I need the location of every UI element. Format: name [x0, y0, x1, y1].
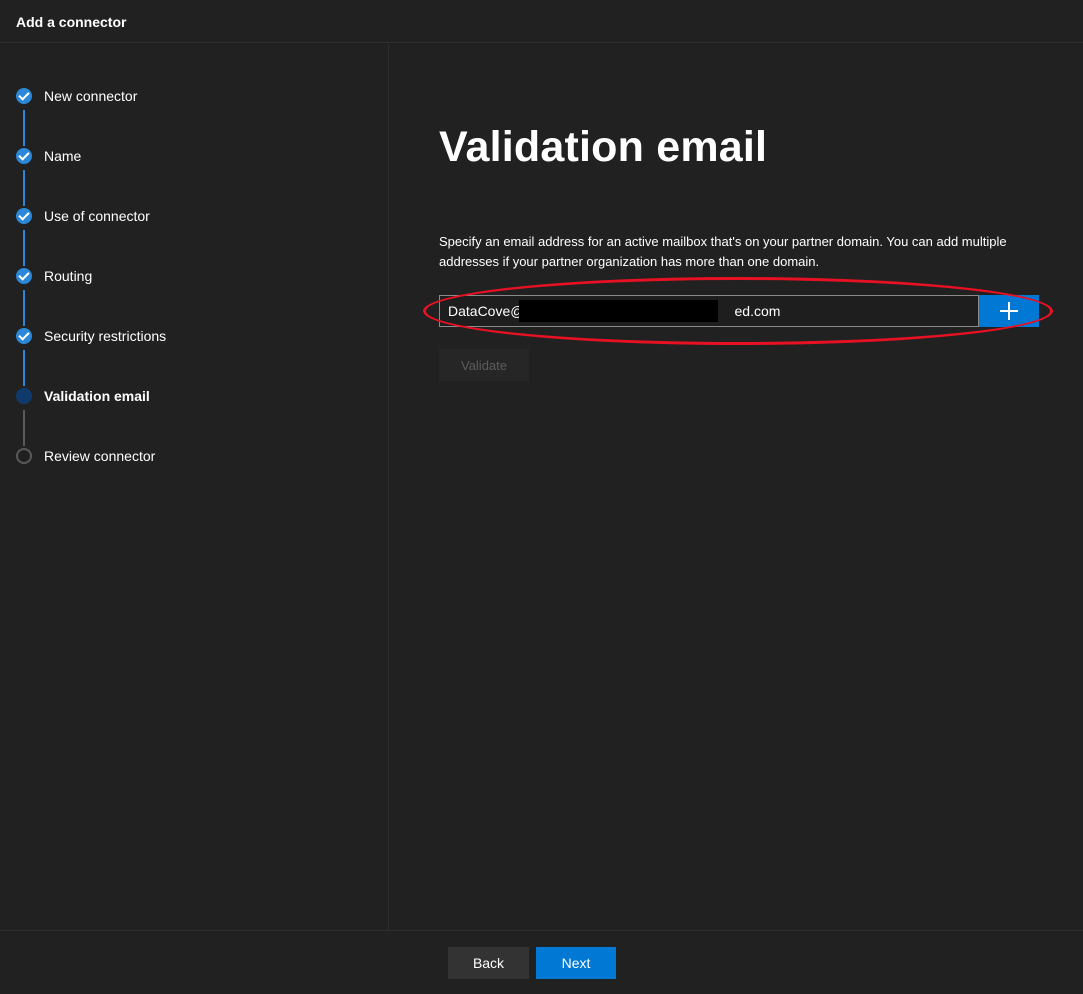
step-label: Security restrictions [44, 328, 167, 344]
wizard-footer: Back Next [0, 930, 1083, 994]
instruction-text: Specify an email address for an active m… [439, 234, 1007, 269]
checkmark-icon [16, 328, 32, 344]
step-security-restrictions[interactable]: Security restrictions [16, 326, 166, 346]
step-connector-line [23, 350, 25, 386]
step-routing[interactable]: Routing [16, 266, 92, 286]
main-content: Validation email Specify an email addres… [390, 44, 1083, 930]
checkmark-icon [16, 208, 32, 224]
add-connector-wizard: Add a connector New connector Name Use o… [0, 0, 1083, 994]
wizard-title: Add a connector [16, 14, 127, 30]
checkmark-icon [16, 88, 32, 104]
validate-button[interactable]: Validate [439, 349, 529, 381]
step-connector-line [23, 290, 25, 326]
next-button[interactable]: Next [536, 947, 616, 979]
step-label: Use of connector [44, 208, 150, 224]
step-review-connector: Review connector [16, 446, 155, 466]
checkmark-icon [16, 148, 32, 164]
add-email-button[interactable] [979, 295, 1039, 327]
step-new-connector[interactable]: New connector [16, 86, 137, 106]
pending-circle-icon [16, 448, 32, 464]
step-use-of-connector[interactable]: Use of connector [16, 206, 150, 226]
current-step-dot-icon [16, 388, 32, 404]
step-name[interactable]: Name [16, 146, 81, 166]
checkmark-icon [16, 268, 32, 284]
step-label: Routing [44, 268, 93, 284]
step-validation-email[interactable]: Validation email [16, 386, 150, 406]
back-button[interactable]: Back [448, 947, 529, 979]
step-navigation: New connector Name Use of connector Rout… [0, 44, 389, 930]
step-label: Name [44, 148, 82, 164]
step-connector-line [23, 170, 25, 206]
step-label: Review connector [44, 448, 156, 464]
step-connector-line [23, 230, 25, 266]
step-connector-line [23, 110, 25, 146]
page-title: Validation email [439, 123, 768, 171]
plus-icon [1000, 302, 1018, 320]
step-label: New connector [44, 88, 138, 104]
wizard-header: Add a connector [0, 0, 1083, 43]
redaction-block [519, 300, 718, 322]
step-label: Validation email [44, 388, 150, 404]
step-connector-line [23, 410, 25, 446]
